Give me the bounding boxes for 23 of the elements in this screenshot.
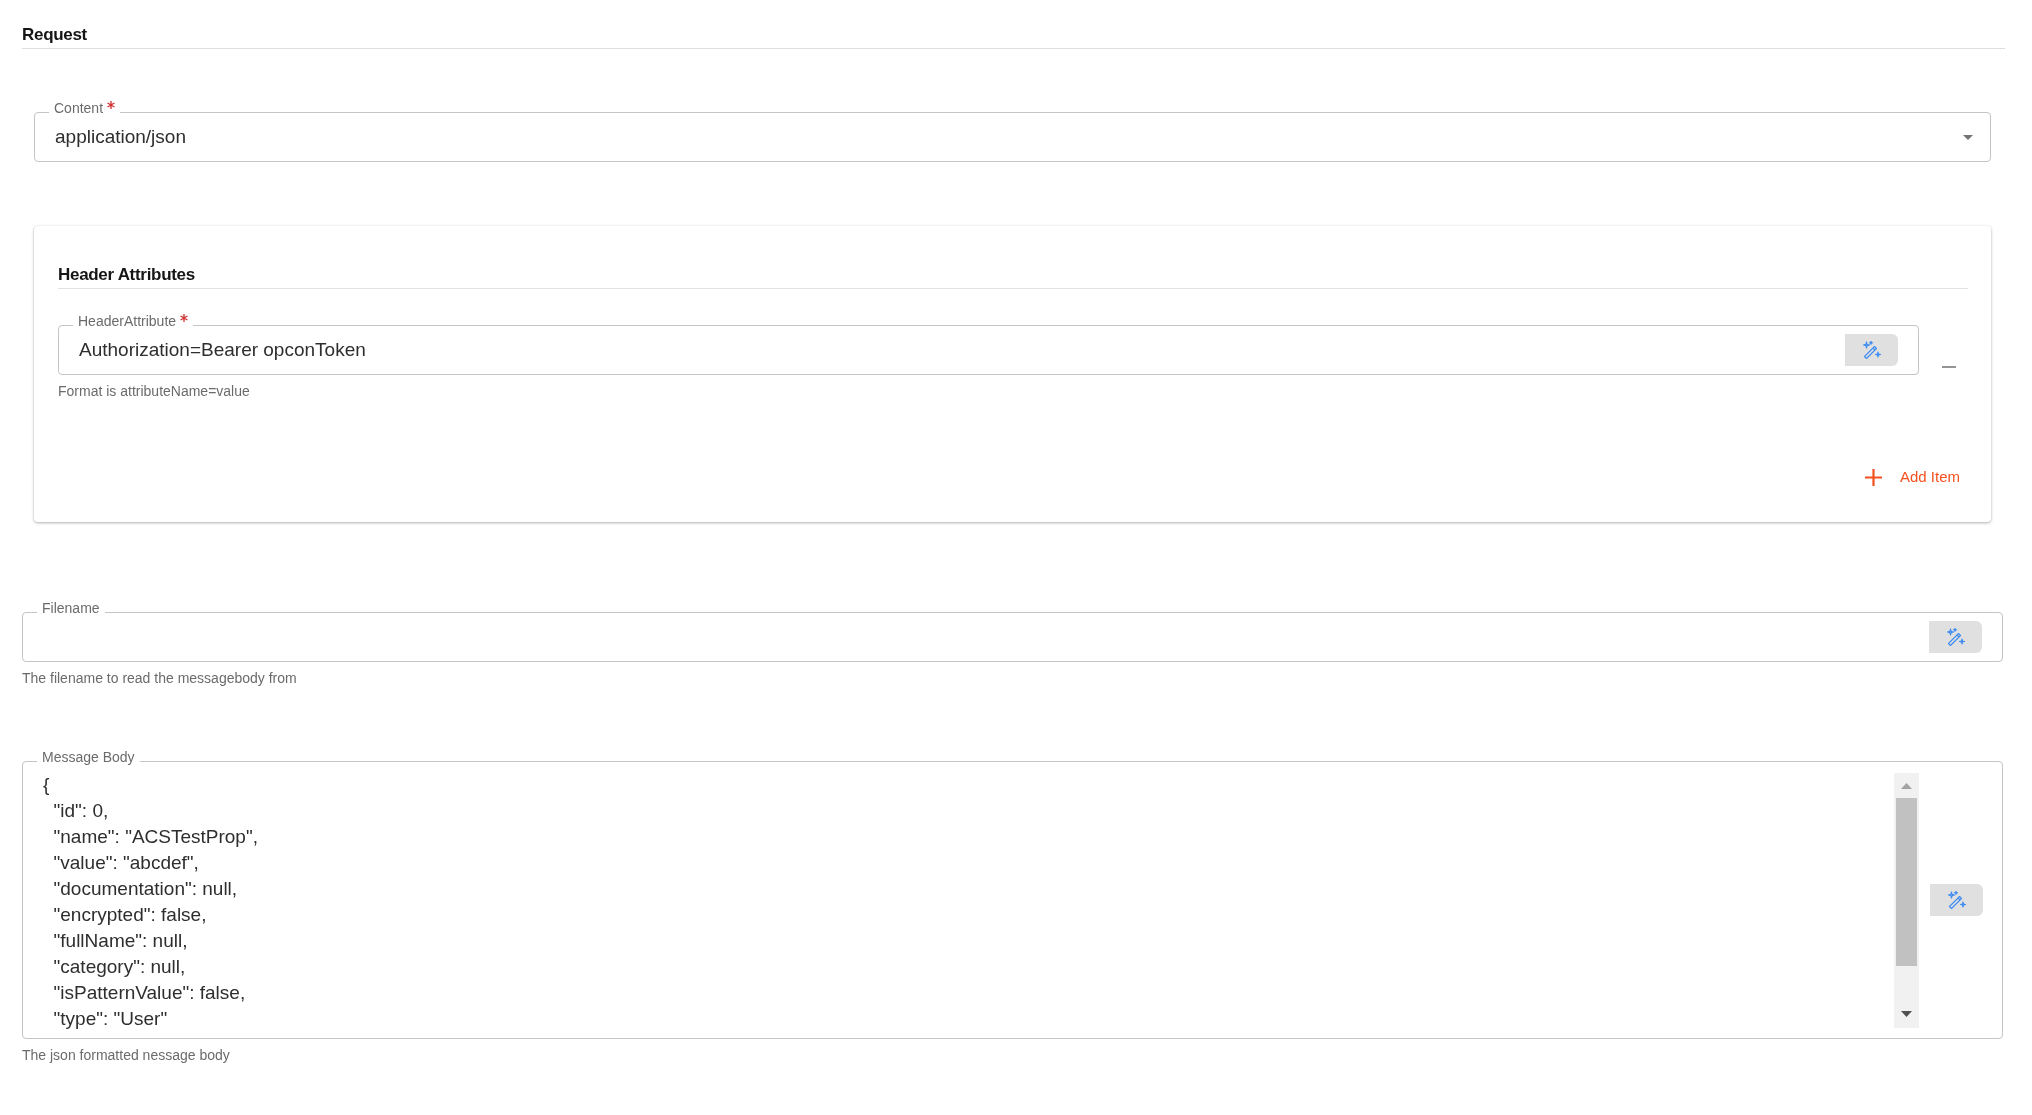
magic-wand-button[interactable] [1930, 884, 1983, 916]
helper-text: The filename to read the messagebody from [22, 670, 297, 687]
caret-down-icon [1963, 134, 1973, 140]
helper-text: The json formatted nessage body [22, 1047, 230, 1064]
magic-wand-icon [1947, 891, 1966, 909]
plus-icon [1864, 468, 1882, 486]
dropdown-field[interactable]: application/json [34, 112, 1991, 162]
down-arrow-icon[interactable] [1901, 1011, 1912, 1017]
magic-wand-icon [1862, 341, 1881, 359]
section-title: Request [22, 25, 87, 44]
text-field[interactable]: Authorization=Bearer opconToken [58, 325, 1919, 375]
magic-wand-icon [1946, 628, 1965, 646]
magic-wand-button[interactable] [1845, 334, 1898, 366]
scrollbar[interactable] [1894, 773, 1919, 1028]
scrollbar-thumb[interactable] [1896, 798, 1917, 966]
add-item-button[interactable]: Add Item [1864, 467, 1960, 487]
up-arrow-icon[interactable] [1901, 783, 1912, 789]
minus-icon [1942, 366, 1956, 368]
field-label: Filename [42, 600, 100, 616]
text-field[interactable] [22, 612, 2003, 662]
helper-text: Format is attributeName=value [58, 383, 250, 400]
card-title: Header Attributes [58, 265, 195, 284]
magic-wand-button[interactable] [1929, 621, 1982, 653]
